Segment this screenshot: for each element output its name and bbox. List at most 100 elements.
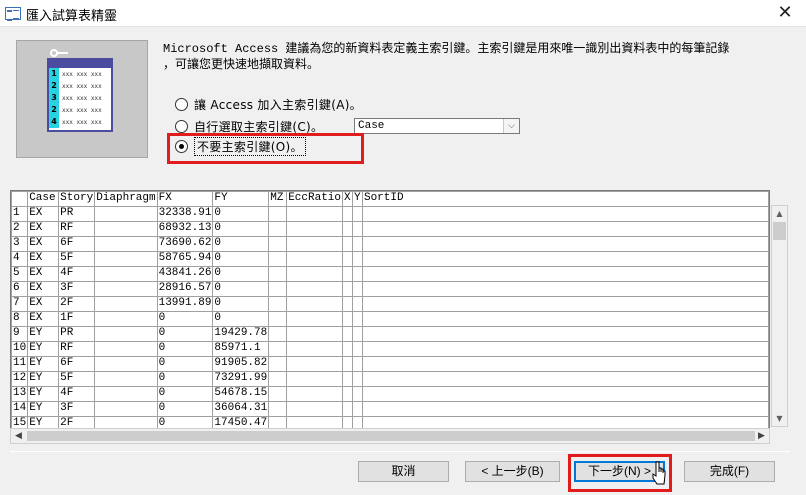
table-cell <box>342 206 353 222</box>
row-selector-header <box>11 191 29 207</box>
table-cell <box>352 341 363 357</box>
back-button[interactable]: < 上一步(B) <box>465 461 560 482</box>
finish-button[interactable]: 完成(F) <box>684 461 775 482</box>
row-number[interactable]: 13 <box>11 386 29 402</box>
table-row[interactable]: 9 EY PR 0 19429.78 <box>11 326 769 342</box>
table-cell: 54678.15 <box>212 386 270 402</box>
table-cell: 0 <box>156 356 214 372</box>
table-cell: EX <box>27 266 60 282</box>
table-cell: EX <box>27 296 60 312</box>
table-row[interactable]: 1 EX PR 32338.91 0 <box>11 206 769 222</box>
column-header[interactable]: FX <box>156 191 214 207</box>
scroll-left-icon[interactable]: ◀ <box>11 429 26 443</box>
table-row[interactable]: 7 EX 2F 13991.89 0 <box>11 296 769 312</box>
table-row[interactable]: 10 EY RF 0 85971.1 <box>11 341 769 357</box>
vertical-scrollbar[interactable]: ▲ ▼ <box>771 205 788 427</box>
table-cell: EX <box>27 251 60 267</box>
table-cell <box>342 326 353 342</box>
table-row[interactable]: 11 EY 6F 0 91905.82 <box>11 356 769 372</box>
scroll-up-icon[interactable]: ▲ <box>772 206 787 221</box>
table-cell <box>268 326 288 342</box>
table-row[interactable]: 12 EY 5F 0 73291.99 <box>11 371 769 387</box>
table-cell: 0 <box>212 251 270 267</box>
row-number[interactable]: 5 <box>11 266 29 282</box>
row-number[interactable]: 9 <box>11 326 29 342</box>
table-cell <box>361 206 769 222</box>
mini-row-number: 1 <box>49 68 59 80</box>
table-cell <box>94 266 158 282</box>
chevron-down-icon[interactable]: ⌵ <box>503 119 519 133</box>
table-cell <box>342 371 353 387</box>
row-number[interactable]: 1 <box>11 206 29 222</box>
table-cell <box>268 221 288 237</box>
option-access-adds-key[interactable]: 讓 Access 加入主索引鍵(A)。 <box>175 95 362 113</box>
column-header[interactable]: X <box>342 191 353 207</box>
row-number[interactable]: 12 <box>11 371 29 387</box>
table-cell <box>286 281 344 297</box>
radio-button[interactable] <box>175 97 188 111</box>
row-number[interactable]: 8 <box>11 311 29 327</box>
table-cell: EY <box>27 356 60 372</box>
table-cell <box>94 206 158 222</box>
column-header[interactable]: EccRatio <box>286 191 344 207</box>
table-cell <box>268 236 288 252</box>
table-row[interactable]: 5 EX 4F 43841.26 0 <box>11 266 769 282</box>
mini-row-number: 3 <box>49 92 59 104</box>
table-cell <box>286 221 344 237</box>
scroll-thumb[interactable] <box>773 222 786 240</box>
data-table: Case Story Diaphragm FX FY MZ EccRatio X… <box>11 191 769 432</box>
row-number[interactable]: 3 <box>11 236 29 252</box>
table-cell <box>268 206 288 222</box>
table-cell <box>361 311 769 327</box>
table-cell <box>352 266 363 282</box>
row-number[interactable]: 2 <box>11 221 29 237</box>
scroll-thumb[interactable] <box>27 431 755 441</box>
table-cell <box>268 311 288 327</box>
row-number[interactable]: 7 <box>11 296 29 312</box>
column-header[interactable]: FY <box>212 191 270 207</box>
row-number[interactable]: 10 <box>11 341 29 357</box>
column-header[interactable]: Case <box>27 191 60 207</box>
table-cell: 0 <box>212 266 270 282</box>
table-row[interactable]: 2 EX RF 68932.13 0 <box>11 221 769 237</box>
table-row[interactable]: 13 EY 4F 0 54678.15 <box>11 386 769 402</box>
row-number[interactable]: 6 <box>11 281 29 297</box>
table-cell: PR <box>58 326 96 342</box>
selected-option-highlight <box>167 133 364 164</box>
row-number[interactable]: 11 <box>11 356 29 372</box>
column-header[interactable]: Y <box>352 191 363 207</box>
table-cell: 28916.57 <box>156 281 214 297</box>
scroll-right-icon[interactable]: ▶ <box>754 429 769 443</box>
table-cell <box>286 266 344 282</box>
scroll-down-icon[interactable]: ▼ <box>772 411 787 426</box>
row-number[interactable]: 4 <box>11 251 29 267</box>
table-cell: 5F <box>58 251 96 267</box>
close-button[interactable]: ✕ <box>774 2 796 24</box>
column-header[interactable]: SortID <box>361 191 769 207</box>
data-preview-grid[interactable]: Case Story Diaphragm FX FY MZ EccRatio X… <box>10 190 770 444</box>
table-cell: EY <box>27 371 60 387</box>
horizontal-scrollbar[interactable]: ◀ ▶ <box>10 428 770 444</box>
column-header[interactable]: Diaphragm <box>94 191 158 207</box>
column-header[interactable]: Story <box>58 191 96 207</box>
cancel-button[interactable]: 取消 <box>358 461 449 482</box>
table-cell <box>361 296 769 312</box>
primary-key-field-dropdown[interactable]: Case ⌵ <box>354 118 520 134</box>
table-cell: 6F <box>58 236 96 252</box>
table-cell <box>268 266 288 282</box>
radio-button[interactable] <box>175 119 188 133</box>
table-cell: 0 <box>156 386 214 402</box>
mini-table-icon: 1 xxx xxx xxx 2 xxx xxx xxx 3 xxx xxx xxx 2… <box>47 58 113 132</box>
table-cell <box>352 311 363 327</box>
table-row[interactable]: 4 EX 5F 58765.94 0 <box>11 251 769 267</box>
row-number[interactable]: 14 <box>11 401 29 417</box>
table-row[interactable]: 8 EX 1F 0 0 <box>11 311 769 327</box>
table-cell <box>352 386 363 402</box>
table-row[interactable]: 3 EX 6F 73690.62 0 <box>11 236 769 252</box>
table-row[interactable]: 14 EY 3F 0 36064.31 <box>11 401 769 417</box>
column-header[interactable]: MZ <box>268 191 288 207</box>
primary-key-illustration: 1 xxx xxx xxx 2 xxx xxx xxx 3 xxx xxx xxx 2… <box>16 40 148 158</box>
table-row[interactable]: 6 EX 3F 28916.57 0 <box>11 281 769 297</box>
table-cell <box>342 356 353 372</box>
table-cell <box>342 281 353 297</box>
